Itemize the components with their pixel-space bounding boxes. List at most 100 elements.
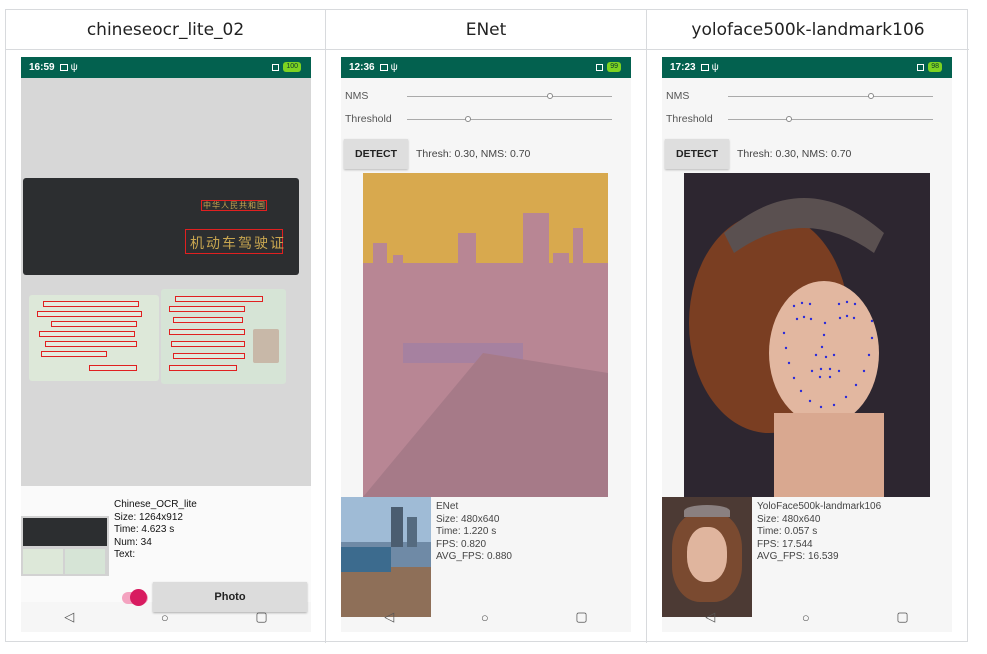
card-title-text: 中华人民共和国 (203, 201, 266, 210)
input-thumbnail (341, 497, 431, 617)
battery-icon: 99 (607, 62, 621, 72)
inference-time: Time: 0.057 s (757, 526, 818, 537)
license-page-left-image (29, 295, 159, 381)
ocr-line (169, 306, 245, 312)
ocr-line (39, 331, 135, 337)
face-landmark-overlay (689, 198, 884, 497)
ocr-line (37, 311, 142, 317)
image-size: Size: 480x640 (436, 513, 500, 525)
result-info: ENet Size: 480x640 Time: 1.220 s FPS: 0.… (436, 501, 512, 564)
recents-icon[interactable]: ▢ (575, 609, 587, 625)
model-name: YoloFace500k-landmark106 (757, 501, 882, 512)
usb-icon: ψ (70, 62, 78, 73)
ocr-result-view: 中华人民共和国 机动车驾驶证 (21, 78, 311, 486)
threshold-slider[interactable] (728, 119, 933, 120)
result-thumbnail (21, 516, 109, 576)
inference-time: Time: 1.220 s (436, 526, 497, 537)
detection-count: Num: 34 (114, 536, 152, 548)
license-page-right-image (161, 289, 286, 384)
home-icon[interactable]: ○ (802, 610, 810, 625)
fps: FPS: 0.820 (436, 538, 487, 550)
nms-slider[interactable] (407, 96, 612, 97)
landmark-result-image (684, 173, 930, 497)
fps: FPS: 17.544 (757, 538, 813, 550)
license-cover-image: 中华人民共和国 机动车驾驶证 (23, 178, 299, 275)
image-size: Size: 480x640 (757, 513, 821, 525)
wifi-icon (596, 63, 604, 71)
home-icon[interactable]: ○ (161, 610, 169, 625)
avg-fps: AVG_FPS: 16.539 (757, 551, 839, 562)
nms-slider-thumb[interactable] (868, 93, 874, 99)
image-size: Size: 1264x912 (114, 511, 183, 523)
status-bar: 12:36 ψ 99 (341, 57, 631, 78)
status-bar: 17:23 ψ 98 (662, 57, 952, 78)
avg-fps: AVG_FPS: 0.880 (436, 551, 512, 562)
detect-button[interactable]: DETECT (665, 139, 729, 169)
column-yoloface: yoloface500k-landmark106 17:23 ψ 98 NMS … (647, 10, 969, 643)
column-chineseocr: chineseocr_lite_02 16:59 ψ 100 中华人民共和国 机… (6, 10, 326, 643)
result-info: Chinese_OCR_lite Size: 1264x912 Time: 4.… (114, 499, 197, 562)
back-icon[interactable]: ◁ (64, 609, 74, 625)
ocr-line (41, 351, 107, 357)
back-icon[interactable]: ◁ (705, 609, 715, 625)
usb-icon: ψ (711, 62, 719, 73)
detect-button[interactable]: DETECT (344, 139, 408, 169)
mail-icon (379, 64, 388, 71)
threshold-slider-thumb[interactable] (465, 116, 471, 122)
ocr-line (51, 321, 137, 327)
bottom-panel: Chinese_OCR_lite Size: 1264x912 Time: 4.… (21, 486, 311, 612)
nms-label: NMS (666, 90, 690, 102)
result-info: YoloFace500k-landmark106 Size: 480x640 T… (757, 501, 881, 564)
nav-bar: ◁ ○ ▢ (341, 602, 631, 632)
phone-screen: 12:36 ψ 99 NMS Threshold DETECT Thresh: … (341, 57, 631, 632)
threshold-label: Threshold (345, 113, 392, 125)
status-time: 16:59 (29, 62, 55, 73)
detected-text: Text: (114, 549, 136, 560)
status-time: 12:36 (349, 62, 375, 73)
phone-screen: 17:23 ψ 98 NMS Threshold DETECT Thresh: … (662, 57, 952, 632)
ocr-line (171, 341, 245, 347)
ocr-line (169, 329, 245, 335)
back-icon[interactable]: ◁ (384, 609, 394, 625)
nav-bar: ◁ ○ ▢ (662, 602, 952, 632)
segmentation-result-image (363, 173, 608, 497)
input-thumbnail (662, 497, 752, 617)
battery-icon: 100 (283, 62, 301, 72)
nms-slider-thumb[interactable] (547, 93, 553, 99)
thresh-nms-readout: Thresh: 0.30, NMS: 0.70 (737, 148, 852, 160)
status-bar: 16:59 ψ 100 (21, 57, 311, 78)
mail-icon (59, 64, 68, 71)
comparison-grid: chineseocr_lite_02 16:59 ψ 100 中华人民共和国 机… (5, 9, 969, 643)
segmentation-overlay (363, 213, 608, 497)
card-subtitle-text: 机动车驾驶证 (190, 235, 286, 251)
ocr-line (175, 296, 263, 302)
recents-icon[interactable]: ▢ (896, 609, 908, 625)
recents-icon[interactable]: ▢ (255, 609, 267, 625)
threshold-slider-thumb[interactable] (786, 116, 792, 122)
model-name: Chinese_OCR_lite (114, 499, 197, 510)
battery-saver-icon (272, 63, 280, 71)
status-time: 17:23 (670, 62, 696, 73)
ocr-line (169, 365, 237, 371)
column-title: chineseocr_lite_02 (6, 10, 325, 50)
inference-time: Time: 4.623 s (114, 524, 175, 535)
wifi-icon (917, 63, 925, 71)
threshold-label: Threshold (666, 113, 713, 125)
phone-screen: 16:59 ψ 100 中华人民共和国 机动车驾驶证 Chinese_OCR_l… (21, 57, 311, 632)
column-title: yoloface500k-landmark106 (647, 10, 969, 50)
ocr-line (89, 365, 137, 371)
ocr-line (43, 301, 139, 307)
thresh-nms-readout: Thresh: 0.30, NMS: 0.70 (416, 148, 531, 160)
ocr-line (173, 353, 245, 359)
nav-bar: ◁ ○ ▢ (21, 602, 311, 632)
threshold-slider[interactable] (407, 119, 612, 120)
model-name: ENet (436, 501, 459, 512)
column-title: ENet (326, 10, 646, 50)
column-enet: ENet 12:36 ψ 99 NMS Threshold DETECT Thr… (326, 10, 647, 643)
home-icon[interactable]: ○ (481, 610, 489, 625)
nms-label: NMS (345, 90, 369, 102)
ocr-line (45, 341, 137, 347)
nms-slider[interactable] (728, 96, 933, 97)
battery-icon: 98 (928, 62, 942, 72)
id-photo (253, 329, 279, 363)
